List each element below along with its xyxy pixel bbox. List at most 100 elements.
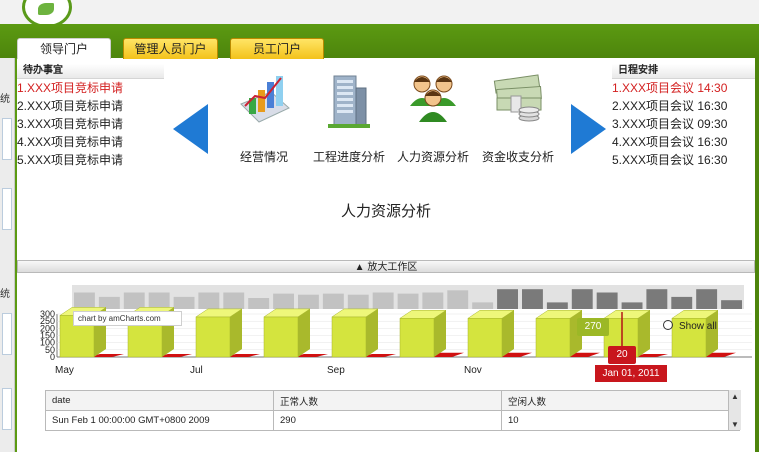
schedule-item[interactable]: 3.XXX项目会议 09:30 (612, 115, 755, 133)
scroll-down-icon[interactable]: ▼ (731, 420, 739, 429)
table-scrollbar[interactable]: ▲ ▼ (728, 390, 741, 430)
side-box (2, 388, 12, 430)
carousel-next-icon[interactable] (571, 104, 606, 154)
building-icon (320, 68, 378, 134)
scroller-bar (397, 293, 419, 309)
bar-normal-staff-side (434, 310, 446, 357)
module-hr-analysis[interactable]: 人力资源分析 (391, 68, 475, 165)
carousel-prev-icon[interactable] (173, 104, 208, 154)
bar-normal-staff (467, 318, 503, 358)
chart-balloon: 20 (608, 346, 636, 364)
scroller-bar (74, 292, 95, 309)
x-tick-label: May (55, 365, 74, 376)
scroller-bar (148, 292, 170, 309)
bar-normal-staff (195, 316, 231, 358)
scroller-bar (671, 296, 693, 309)
table-header-row: date 正常人数 空闲人数 (45, 390, 740, 411)
side-label: 统 (0, 289, 10, 300)
todo-item[interactable]: 3.XXX项目竞标申请 (17, 115, 164, 133)
table-row[interactable]: Sun Feb 1 00:00:00 GMT+0800 2009 290 10 (45, 410, 740, 431)
data-table: date 正常人数 空闲人数 Sun Feb 1 00:00:00 GMT+08… (45, 390, 740, 431)
table-cell: 10 (501, 410, 740, 431)
scroller-bar (248, 298, 270, 309)
module-finance-analysis[interactable]: 资金收支分析 (476, 68, 560, 165)
zoom-out-icon (663, 320, 673, 330)
module-business-status[interactable]: 经营情况 (222, 68, 306, 165)
schedule-panel: 日程安排 1.XXX项目会议 14:30 2.XXX项目会议 16:30 3.X… (612, 64, 755, 169)
todo-item[interactable]: 5.XXX项目竞标申请 (17, 151, 164, 169)
schedule-item[interactable]: 2.XXX项目会议 16:30 (612, 97, 755, 115)
schedule-title: 日程安排 (612, 64, 755, 79)
bar-normal-staff (399, 318, 435, 358)
scroller-bar (422, 292, 444, 309)
todo-title: 待办事宜 (17, 64, 164, 79)
scroller-bar (646, 289, 668, 309)
bar-normal-staff-side (706, 310, 718, 357)
bar-normal-staff-side (638, 310, 650, 357)
scroller-bar (447, 290, 469, 309)
module-label: 资金收支分析 (481, 150, 554, 164)
scroller-bar (298, 294, 319, 309)
table-cell: 290 (273, 410, 502, 431)
tab-bar (0, 24, 759, 58)
bar-normal-staff (331, 316, 367, 358)
scroller-bar (173, 296, 195, 309)
scroller-bar (596, 292, 618, 309)
leaf-icon (38, 3, 54, 15)
people-icon (404, 68, 462, 134)
scroller-bar (372, 292, 394, 309)
show-all-button[interactable]: Show all (663, 320, 717, 332)
bar-normal-staff-side (298, 308, 310, 357)
tab-leader-portal[interactable]: 领导门户 (17, 38, 111, 59)
x-tick-label: Nov (464, 365, 482, 376)
scroller-bar (696, 289, 718, 309)
table-cell: Sun Feb 1 00:00:00 GMT+0800 2009 (45, 410, 274, 431)
table-header-cell[interactable]: 空闲人数 (501, 390, 740, 411)
todo-item[interactable]: 1.XXX项目竞标申请 (17, 79, 164, 97)
y-tick-label: 0 (50, 352, 55, 362)
chart-credit[interactable]: chart by amCharts.com (73, 311, 182, 326)
content-border-right (755, 58, 759, 452)
schedule-item[interactable]: 1.XXX项目会议 14:30 (612, 79, 755, 97)
module-label: 经营情况 (239, 150, 288, 164)
chart-balloon: 270 (577, 318, 609, 336)
module-label: 人力资源分析 (396, 150, 469, 164)
scroller-bar (347, 294, 369, 309)
money-icon (489, 68, 547, 134)
side-box (2, 188, 12, 230)
bar-normal-staff-side (230, 308, 242, 357)
table-header-cell[interactable]: 正常人数 (273, 390, 502, 411)
scroller-bar (721, 300, 742, 309)
tab-manager-portal[interactable]: 管理人员门户 (123, 38, 218, 59)
cursor-date-label: Jan 01, 2011 (595, 365, 667, 382)
scroller-bar (322, 293, 344, 309)
bar-normal-staff-side (366, 308, 378, 357)
x-tick-label: Sep (327, 365, 345, 376)
top-bar (0, 0, 759, 25)
scroller-bar (198, 292, 220, 309)
todo-item[interactable]: 2.XXX项目竞标申请 (17, 97, 164, 115)
bar-normal-staff (263, 316, 299, 358)
scroller-bar (522, 289, 543, 309)
bar-normal-staff (535, 318, 571, 358)
scroll-up-icon[interactable]: ▲ (731, 392, 739, 401)
table-header-cell[interactable]: date (45, 390, 274, 411)
scroller-bar (497, 289, 518, 309)
expand-workspace-button[interactable]: ▲ 放大工作区 (17, 260, 755, 273)
x-tick-label: Jul (190, 365, 203, 376)
module-label: 工程进度分析 (312, 150, 385, 164)
schedule-item[interactable]: 5.XXX项目会议 16:30 (612, 151, 755, 169)
show-all-label: Show all (679, 321, 717, 332)
schedule-item[interactable]: 4.XXX项目会议 16:30 (612, 133, 755, 151)
bar-chart-icon (235, 68, 293, 134)
side-label: 统 (0, 94, 10, 105)
scroller-bar (546, 302, 568, 309)
scroller-bar (273, 293, 294, 309)
scroller-bar (472, 302, 494, 309)
module-progress-analysis[interactable]: 工程进度分析 (307, 68, 391, 165)
todo-item[interactable]: 4.XXX项目竞标申请 (17, 133, 164, 151)
scroller-bar (571, 289, 593, 309)
left-side-panel: 统 统 (0, 58, 15, 452)
bar-normal-staff-side (502, 310, 514, 357)
tab-employee-portal[interactable]: 员工门户 (230, 38, 324, 59)
